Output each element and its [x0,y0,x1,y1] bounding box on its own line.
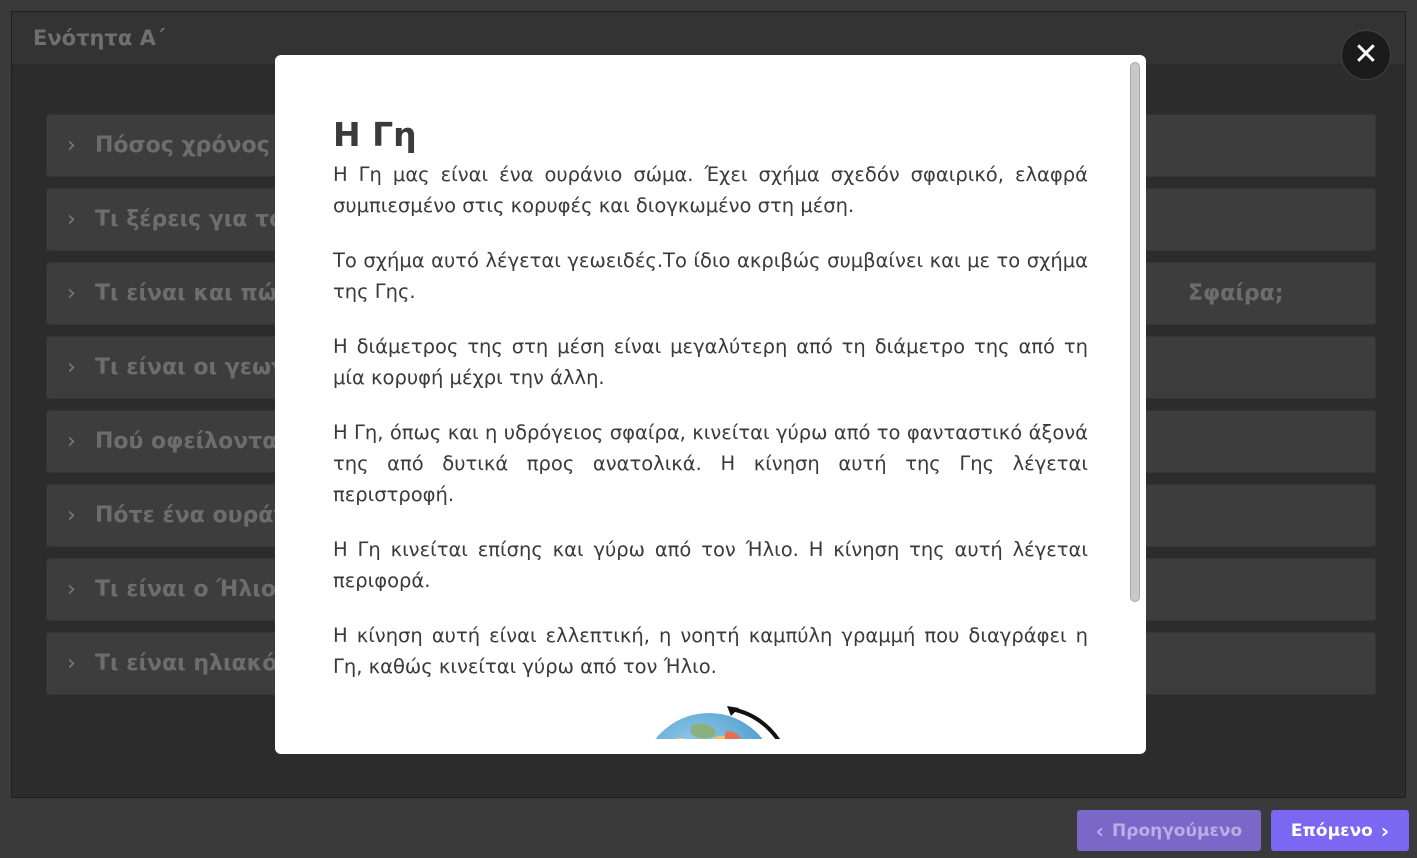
chevron-left-icon: ‹ [1095,818,1105,843]
globe-image [631,706,791,739]
close-icon: ✕ [1353,37,1379,72]
next-button-label: Επόμενο [1290,820,1373,841]
modal-dialog: Η Γη Η Γη μας είναι ένα ουράνιο σώμα. Έχ… [275,55,1146,754]
modal-paragraph: Η διάμετρος της στη μέση είναι μεγαλύτερ… [333,335,1088,389]
modal-backdrop: Η Γη Η Γη μας είναι ένα ουράνιο σώμα. Έχ… [0,0,1417,858]
modal-paragraph: Η Γη μας είναι ένα ουράνιο σώμα. Έχει σχ… [333,163,1088,217]
globe-icon [655,706,780,739]
modal-scrollbar[interactable] [1130,62,1140,602]
modal-paragraph: Η Γη, όπως και η υδρόγειος σφαίρα, κινεί… [333,421,1088,506]
previous-button-label: Προηγούμενο [1112,820,1243,841]
chevron-right-icon: › [1380,818,1390,843]
modal-paragraph: Η Γη κινείται επίσης και γύρω από τον Ήλ… [333,538,1088,592]
modal-paragraph: Το σχήμα αυτό λέγεται γεωειδές.Το ίδιο α… [333,249,1088,303]
modal-content: Η Γη Η Γη μας είναι ένα ουράνιο σώμα. Έχ… [333,115,1088,739]
next-button[interactable]: Επόμενο › [1271,810,1409,851]
previous-button[interactable]: ‹ Προηγούμενο [1077,810,1261,851]
modal-paragraph: Η κίνηση αυτή είναι ελλεπτική, η νοητή κ… [333,624,1088,678]
close-button[interactable]: ✕ [1341,30,1391,80]
modal-title: Η Γη [333,115,417,154]
